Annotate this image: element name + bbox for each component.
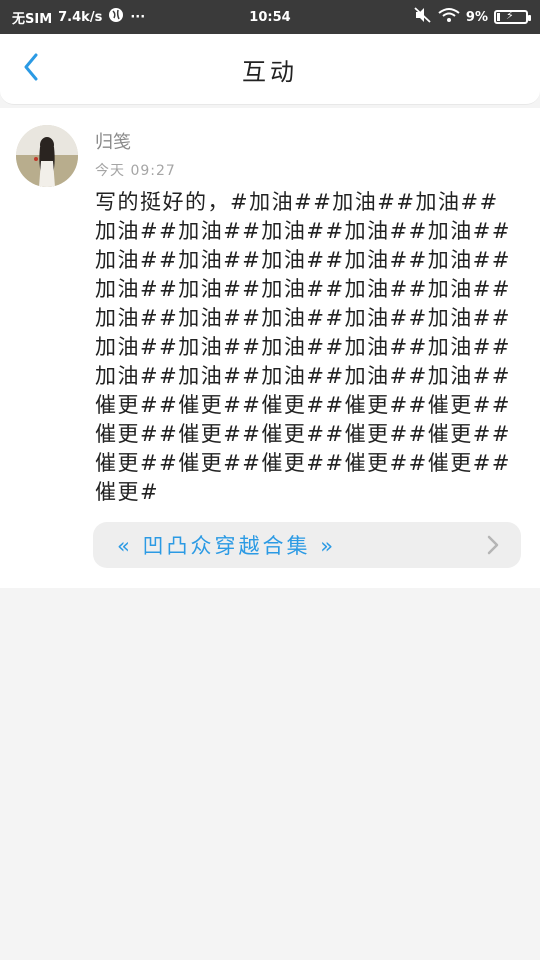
status-bar-left: 无SIM 7.4k/s ··· [12, 7, 145, 27]
username[interactable]: 归笺 [95, 128, 131, 154]
mute-icon [414, 7, 432, 27]
status-bar-right: 9% ⚡ [414, 7, 531, 27]
chevron-left-icon [23, 53, 39, 85]
globe-icon [108, 7, 124, 27]
header-bar: 互动 [0, 34, 540, 105]
battery-icon: ⚡ [494, 9, 531, 24]
comment-text: 写的挺好的，#加油##加油##加油##加油##加油##加油##加油##加油##加… [95, 190, 511, 504]
network-speed: 7.4k/s [58, 9, 103, 25]
comment-timestamp: 今天 09:27 [95, 163, 176, 179]
comment-card: 归笺 今天 09:27 写的挺好的，#加油##加油##加油##加油##加油##加… [0, 108, 540, 588]
carrier-label: 无SIM [12, 11, 53, 27]
back-button[interactable] [16, 53, 46, 85]
chevron-right-icon [487, 535, 499, 555]
battery-percent: 9% [465, 9, 488, 25]
book-link-label: « 凹凸众穿越合集 » [117, 534, 337, 558]
avatar[interactable] [16, 125, 78, 187]
status-bar: 无SIM 7.4k/s ··· 10:54 9% ⚡ [0, 0, 540, 34]
book-link-button[interactable]: « 凹凸众穿越合集 » [93, 522, 521, 568]
page-title: 互动 [242, 57, 298, 86]
more-notifications-icon: ··· [130, 9, 146, 25]
wifi-icon [438, 7, 460, 27]
